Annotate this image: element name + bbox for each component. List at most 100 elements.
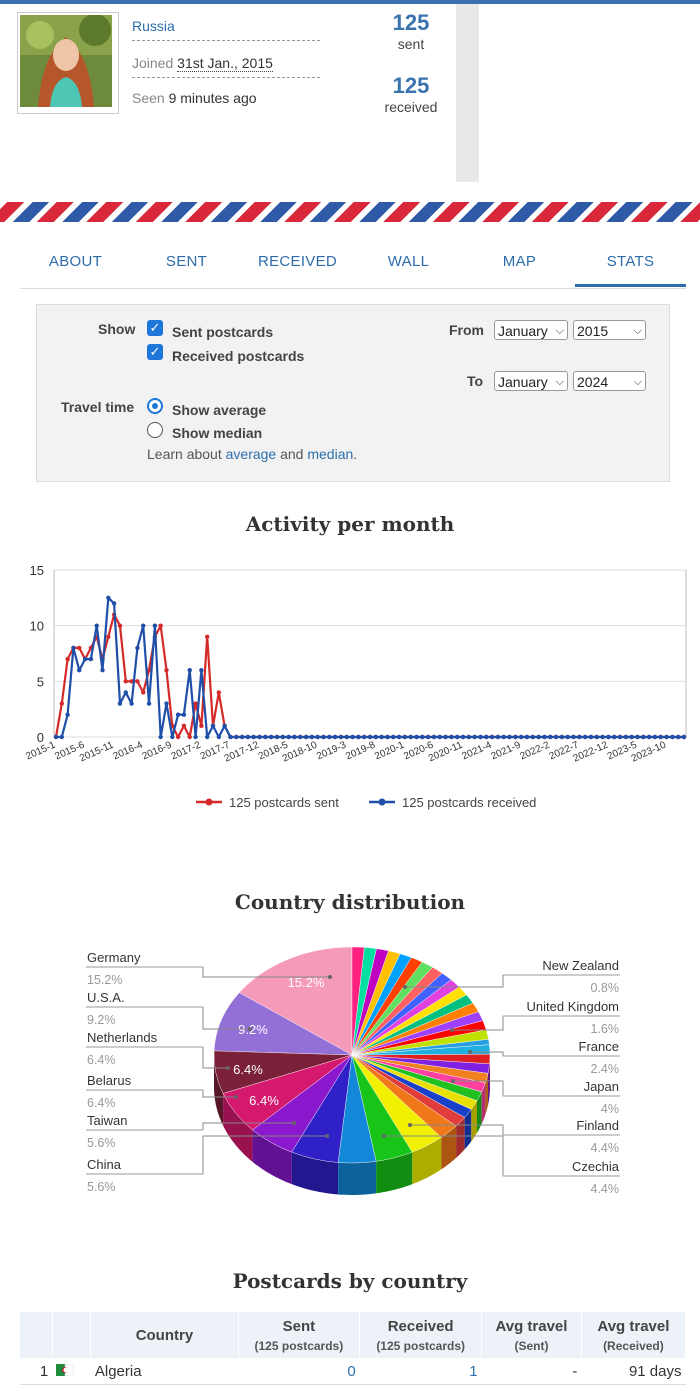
data-point <box>582 734 588 740</box>
from-year-select[interactable]: 2015 ⌵ <box>573 320 646 340</box>
tab-about[interactable]: ABOUT <box>20 240 131 286</box>
data-point <box>152 623 158 628</box>
data-point <box>658 734 663 740</box>
data-point <box>635 734 640 740</box>
country-link[interactable]: Russia <box>132 18 175 34</box>
received-postcards-label[interactable]: Received postcards <box>172 348 304 364</box>
avg-sent-header[interactable]: Avg travel (Sent) <box>481 1312 582 1358</box>
tab-received[interactable]: RECEIVED <box>242 240 353 286</box>
data-point <box>518 734 524 740</box>
data-point <box>431 734 437 740</box>
table-row[interactable]: 1 Algeria 0 1 - 91 days <box>20 1358 686 1385</box>
row-received[interactable]: 1 <box>359 1358 482 1385</box>
y-tick-label: 15 <box>30 563 44 578</box>
data-point <box>193 734 198 740</box>
data-point <box>425 734 431 740</box>
received-header[interactable]: Received (125 postcards) <box>359 1312 483 1358</box>
data-point <box>251 734 256 740</box>
seen-value: 9 minutes ago <box>168 90 257 106</box>
from-month-value: January <box>498 323 548 339</box>
country-pct: 6.4% <box>87 1096 116 1110</box>
profile-joined: Joined 31st Jan., 2015 <box>132 55 320 78</box>
data-point <box>193 701 198 706</box>
seen-label: Seen <box>132 90 165 106</box>
row-avg-sent: - <box>481 1358 582 1385</box>
to-month-select[interactable]: January ⌵ <box>494 371 568 391</box>
tab-stats[interactable]: STATS <box>575 240 686 287</box>
avatar[interactable] <box>17 12 119 114</box>
country-pct: 4.4% <box>591 1182 620 1196</box>
joined-date: 31st Jan., 2015 <box>177 55 273 72</box>
show-average-radio[interactable] <box>147 398 163 414</box>
country-pct: 2.4% <box>591 1062 620 1076</box>
data-point <box>135 679 140 684</box>
data-point <box>129 701 134 706</box>
x-tick-label: 2016-4 <box>112 740 145 763</box>
data-point <box>553 734 559 740</box>
country-pct: 9.2% <box>87 1013 116 1027</box>
from-month-select[interactable]: January ⌵ <box>494 320 568 340</box>
from-year-value: 2015 <box>577 323 609 339</box>
sent-postcards-checkbox[interactable]: ✓ <box>147 320 163 336</box>
sent-postcards-label[interactable]: Sent postcards <box>172 324 273 340</box>
data-point <box>158 734 163 740</box>
tab-sent[interactable]: SENT <box>131 240 242 286</box>
data-point <box>594 734 599 740</box>
country-label: France <box>579 1039 619 1054</box>
country-label: China <box>87 1157 122 1172</box>
data-point <box>559 734 565 740</box>
sent-header[interactable]: Sent (125 postcards) <box>238 1312 361 1358</box>
plot-area <box>53 569 687 738</box>
profile-country[interactable]: Russia <box>132 18 320 41</box>
show-average-label[interactable]: Show average <box>172 402 266 418</box>
data-point <box>123 679 128 684</box>
data-point <box>65 712 70 717</box>
data-point <box>327 734 332 740</box>
received-postcards-checkbox[interactable]: ✓ <box>147 344 163 360</box>
country-pct: 4% <box>601 1102 619 1116</box>
show-median-radio[interactable] <box>147 422 163 438</box>
country-label: New Zealand <box>542 958 619 973</box>
sent-count[interactable]: 125 <box>371 10 451 36</box>
learn-and: and <box>280 446 304 462</box>
data-point <box>222 723 227 729</box>
slice-value-label: 6.4% <box>249 1093 279 1108</box>
profile-seen: Seen 9 minutes ago <box>132 90 320 112</box>
row-sent[interactable]: 0 <box>238 1358 360 1385</box>
country-header[interactable]: Country <box>90 1312 239 1358</box>
data-point <box>106 595 111 601</box>
data-point <box>455 734 460 740</box>
show-label: Show <box>98 321 136 337</box>
data-point <box>536 734 541 740</box>
received-label: received <box>384 99 438 115</box>
received-count[interactable]: 125 <box>371 73 451 99</box>
data-point <box>315 734 320 740</box>
data-point <box>298 734 303 740</box>
data-point <box>71 645 76 651</box>
data-point <box>321 734 326 740</box>
data-point <box>443 734 448 740</box>
median-link[interactable]: median <box>307 446 353 462</box>
country-chart-title: Country distribution <box>234 890 466 914</box>
data-point <box>612 734 617 740</box>
sent-header-sub: (125 postcards) <box>254 1338 344 1353</box>
tab-map[interactable]: MAP <box>464 240 575 286</box>
data-point <box>507 734 512 740</box>
row-country[interactable]: Algeria <box>90 1358 238 1385</box>
tab-wall[interactable]: WALL <box>353 240 464 286</box>
country-label: United Kingdom <box>527 999 620 1014</box>
learn-about-text: Learn about average and median. <box>147 446 358 462</box>
country-pct: 1.6% <box>591 1022 620 1036</box>
airmail-stripe <box>0 202 700 222</box>
to-year-select[interactable]: 2024 ⌵ <box>573 371 646 391</box>
data-point <box>385 734 390 740</box>
data-point <box>181 712 187 717</box>
avg-received-header[interactable]: Avg travel (Received) <box>581 1312 687 1358</box>
leader-dot <box>468 1050 472 1054</box>
data-point <box>164 701 169 706</box>
country-pct: 15.2% <box>87 973 122 987</box>
average-link[interactable]: average <box>226 446 277 462</box>
data-point <box>681 734 687 740</box>
data-point <box>414 734 419 740</box>
show-median-label[interactable]: Show median <box>172 425 262 441</box>
